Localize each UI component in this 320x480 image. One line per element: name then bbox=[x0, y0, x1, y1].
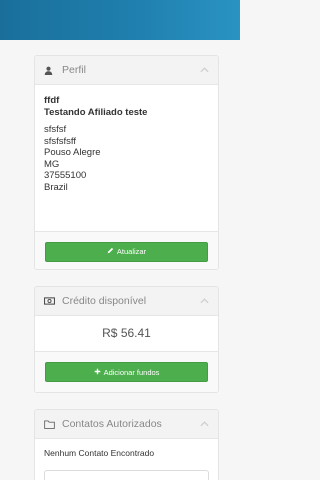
chevron-up-icon[interactable] bbox=[200, 296, 209, 306]
address-line: sfsfsf bbox=[44, 124, 67, 135]
credito-panel-header[interactable]: Crédito disponível bbox=[35, 287, 218, 316]
perfil-title: Perfil bbox=[62, 64, 86, 76]
contatos-title: Contatos Autorizados bbox=[62, 418, 162, 430]
perfil-panel: Perfil ffdf Testando Afiliado teste sfsf… bbox=[34, 55, 219, 270]
top-banner bbox=[0, 0, 240, 40]
user-icon bbox=[44, 66, 58, 75]
address-zip: 37555100 bbox=[44, 170, 87, 181]
contatos-input-box[interactable] bbox=[44, 470, 209, 480]
money-icon bbox=[44, 297, 58, 305]
perfil-body: ffdf Testando Afiliado teste sfsfsf sfsf… bbox=[35, 85, 218, 193]
folder-icon bbox=[44, 419, 58, 429]
contatos-panel-header[interactable]: Contatos Autorizados bbox=[35, 410, 218, 439]
perfil-footer: Atualizar bbox=[35, 231, 218, 269]
address-city: Pouso Alegre bbox=[44, 147, 101, 158]
chevron-up-icon[interactable] bbox=[200, 419, 209, 429]
pencil-icon bbox=[107, 247, 114, 256]
contatos-panel: Contatos Autorizados Nenhum Contato Enco… bbox=[34, 409, 219, 480]
address-country: Brazil bbox=[44, 181, 68, 193]
plus-icon bbox=[94, 368, 101, 377]
adicionar-fundos-button[interactable]: Adicionar fundos bbox=[45, 362, 208, 382]
address-state: MG bbox=[44, 158, 60, 170]
credito-panel: Crédito disponível R$ 56.41 Adicionar fu… bbox=[34, 286, 219, 393]
chevron-up-icon[interactable] bbox=[200, 65, 209, 75]
credito-title: Crédito disponível bbox=[62, 295, 147, 307]
atualizar-button-label: Atualizar bbox=[116, 247, 147, 256]
credito-footer: Adicionar fundos bbox=[35, 352, 218, 392]
credit-value: R$ 56.41 bbox=[102, 326, 151, 340]
atualizar-button[interactable]: Atualizar bbox=[45, 241, 208, 262]
contatos-empty-text: Nenhum Contato Encontrado bbox=[44, 448, 155, 458]
adicionar-fundos-label: Adicionar fundos bbox=[103, 367, 160, 377]
address-line: sfsfsfsff bbox=[44, 135, 77, 147]
perfil-panel-header[interactable]: Perfil bbox=[35, 56, 218, 85]
perfil-company: ffdf bbox=[44, 95, 60, 106]
perfil-name: Testando Afiliado teste bbox=[44, 106, 148, 118]
